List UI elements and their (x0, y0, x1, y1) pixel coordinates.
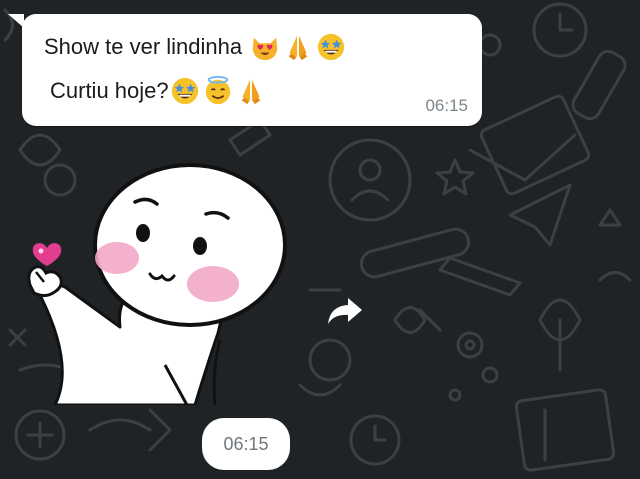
folded-hands-emoji (288, 35, 308, 61)
message-line-2: Curtiu hoje? (50, 76, 266, 106)
cute-character-sticker[interactable] (20, 160, 300, 405)
star-struck-emoji (318, 33, 345, 61)
forward-arrow-icon[interactable] (326, 292, 366, 328)
message-line-1: Show te ver lindinha (44, 32, 346, 62)
sticker-timestamp-pill: 06:15 (202, 418, 290, 470)
smiling-face-with-halo-emoji (205, 76, 230, 105)
message-timestamp: 06:15 (425, 96, 468, 115)
star-struck-emoji (171, 77, 198, 105)
sticker-timestamp: 06:15 (223, 433, 269, 454)
folded-hands-emoji (241, 79, 261, 105)
message-text-line-2: Curtiu hoje? (50, 78, 169, 103)
message-text-line-1: Show te ver lindinha (44, 34, 243, 59)
heart-eyes-cat-emoji (252, 37, 278, 61)
message-bubble[interactable]: Show te ver lindinha Curtiu hoje? 06:15 (22, 14, 482, 126)
